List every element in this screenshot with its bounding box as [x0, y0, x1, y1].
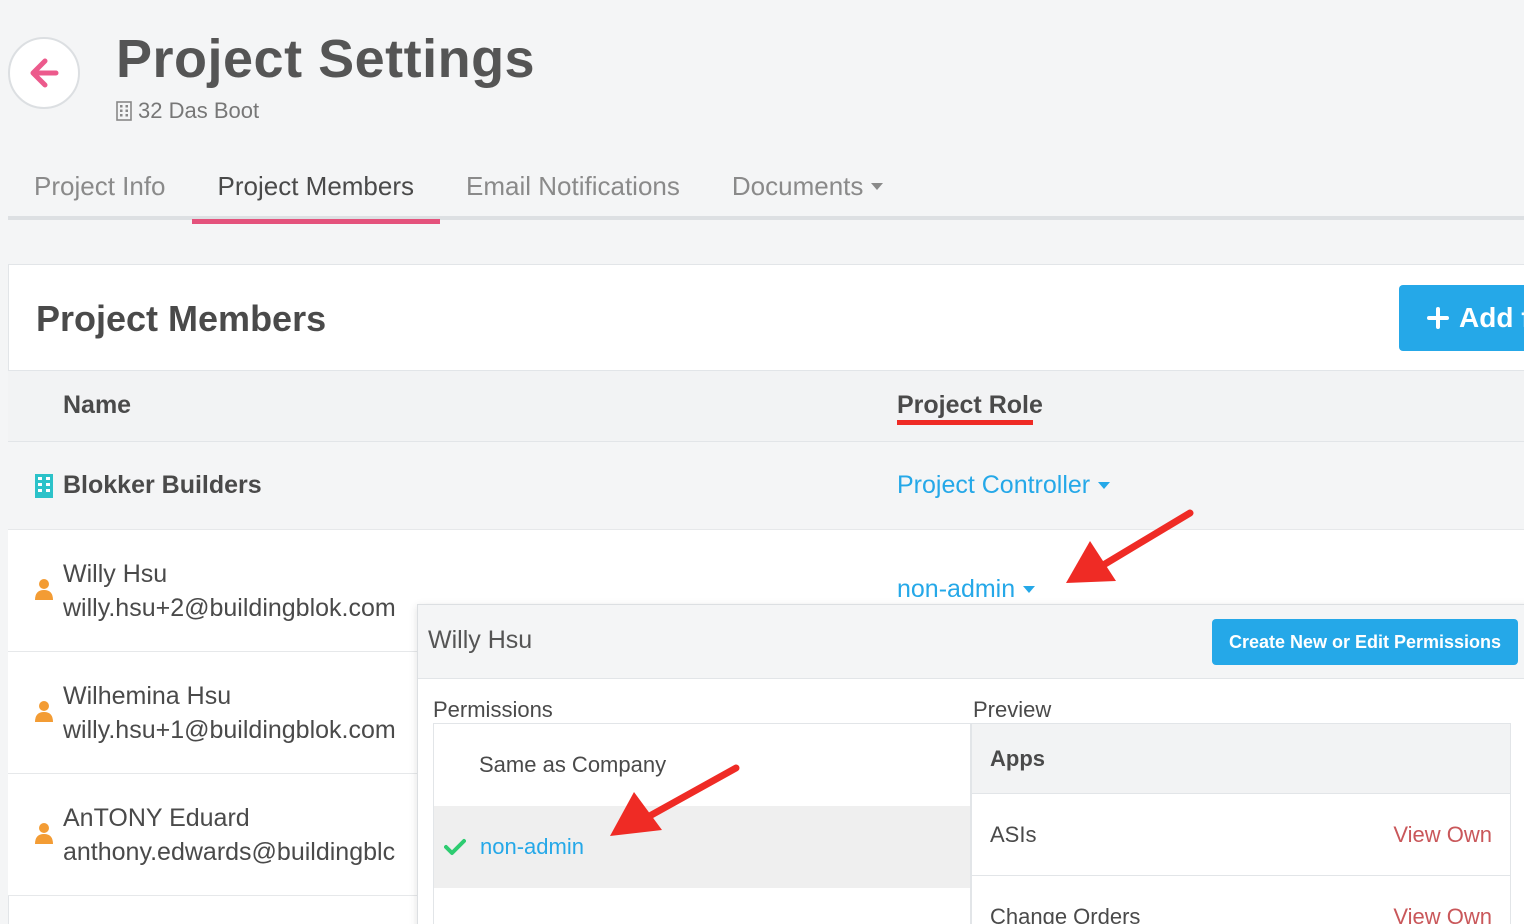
annotation-underline — [897, 420, 1033, 425]
project-name: 32 Das Boot — [138, 98, 260, 123]
popover-member-name: Willy Hsu — [428, 626, 533, 654]
member-name: Wilhemina Hsu — [63, 682, 232, 710]
settings-tabs: Project Info Project Members Email Notif… — [8, 152, 1524, 224]
tab-documents[interactable]: Documents — [706, 152, 910, 220]
member-role-dropdown[interactable]: non-admin — [897, 575, 1036, 604]
user-icon — [35, 823, 53, 844]
tab-email-notifications[interactable]: Email Notifications — [440, 152, 706, 220]
access-level: View Own — [1393, 821, 1492, 847]
card-title: Project Members — [36, 298, 327, 339]
user-icon — [35, 579, 53, 600]
column-header-name[interactable]: Name — [63, 391, 131, 420]
preview-header: Apps — [972, 724, 1510, 794]
back-button[interactable] — [8, 37, 80, 109]
tab-project-info[interactable]: Project Info — [8, 152, 192, 220]
plus-icon — [1427, 307, 1449, 329]
member-name: AnTONY Eduard — [63, 804, 250, 832]
company-role-dropdown[interactable]: Project Controller — [897, 471, 1111, 500]
chevron-down-icon — [1023, 586, 1036, 593]
preview-row: ASIs View Own — [972, 794, 1510, 876]
preview-label: Preview — [973, 697, 1052, 722]
member-email: anthony.edwards@buildingblc — [63, 838, 396, 866]
arrow-left-icon — [30, 58, 59, 88]
access-level: View Own — [1393, 904, 1492, 924]
permission-option-non-admin[interactable]: non-admin — [434, 806, 970, 888]
project-subtitle: 32 Das Boot — [116, 98, 259, 124]
member-email: willy.hsu+2@buildingblok.com — [63, 594, 396, 622]
tab-project-members[interactable]: Project Members — [191, 152, 441, 224]
permissions-list: Same as Company non-admin — [433, 723, 971, 924]
app-name: Change Orders — [990, 904, 1141, 924]
permission-option-same-as-company[interactable]: Same as Company — [434, 724, 970, 806]
chevron-down-icon — [871, 182, 884, 190]
preview-row: Change Orders View Own — [972, 876, 1510, 924]
permissions-label: Permissions — [433, 697, 553, 722]
page-title: Project Settings — [116, 29, 536, 89]
check-icon — [444, 839, 466, 855]
chevron-down-icon — [1098, 482, 1111, 489]
member-email: willy.hsu+1@buildingblok.com — [63, 716, 396, 744]
member-name: Willy Hsu — [63, 560, 168, 588]
user-icon — [35, 701, 53, 722]
edit-permissions-button[interactable]: Create New or Edit Permissions — [1212, 619, 1518, 665]
table-header — [8, 370, 1524, 442]
app-name: ASIs — [990, 821, 1037, 847]
add-member-button[interactable]: Add f — [1399, 285, 1524, 351]
building-icon — [116, 101, 132, 121]
building-icon — [35, 474, 53, 498]
company-name: Blokker Builders — [63, 471, 262, 499]
column-header-role[interactable]: Project Role — [897, 391, 1043, 420]
permissions-preview: Apps ASIs View Own Change Orders View Ow… — [971, 723, 1511, 924]
